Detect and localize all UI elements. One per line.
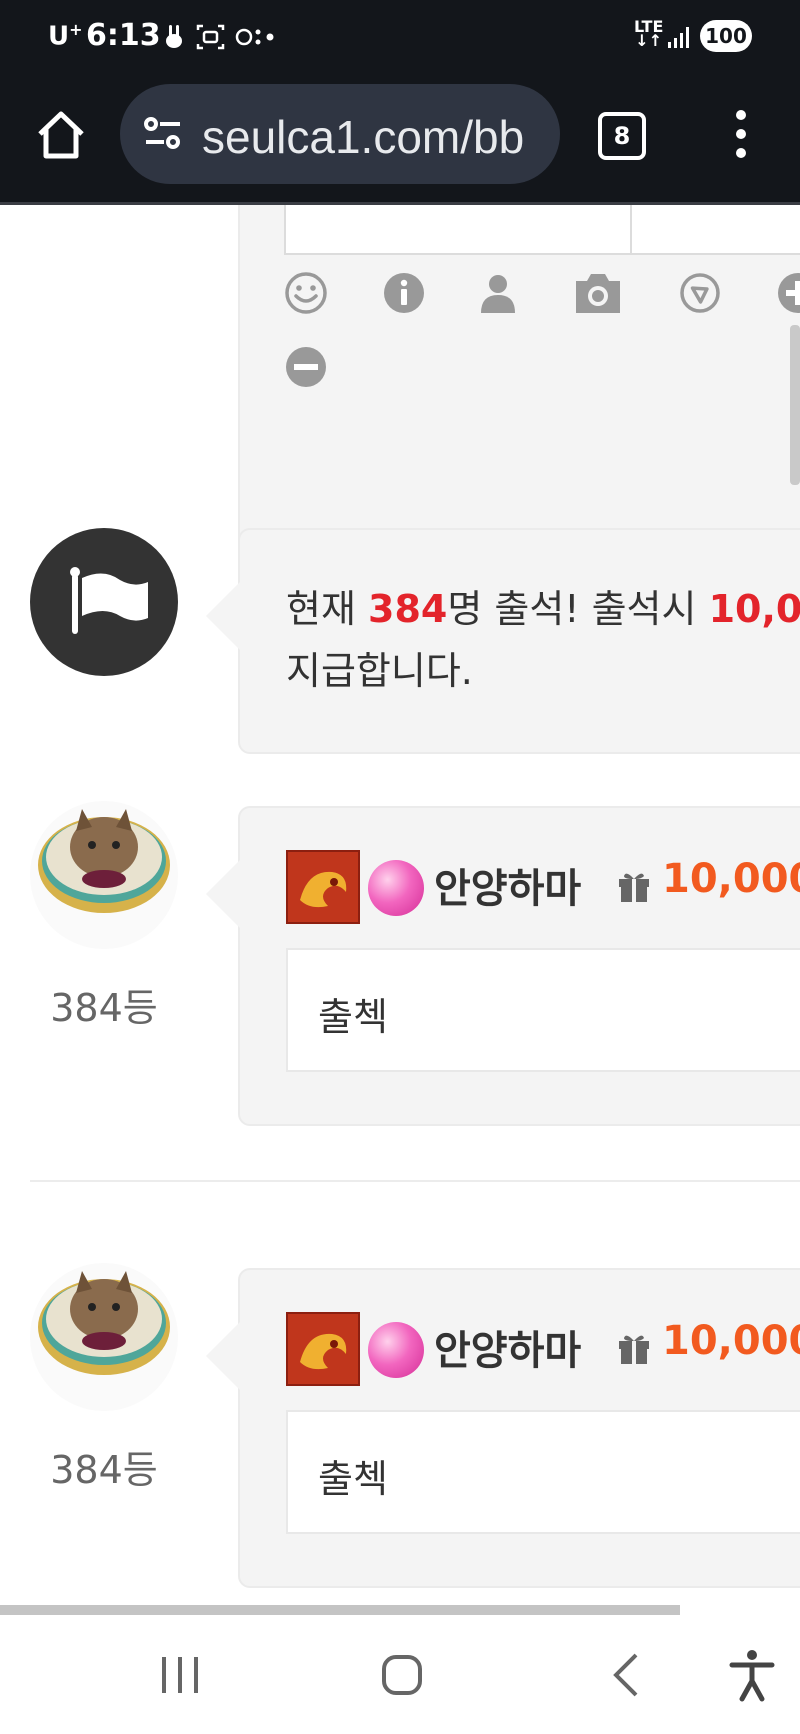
cat-avatar-image — [38, 1271, 170, 1375]
accessibility-icon[interactable] — [722, 1645, 782, 1705]
gift-icon — [619, 1335, 649, 1364]
url-text: seulca1.com/bb — [202, 111, 525, 163]
comment-textarea[interactable] — [284, 205, 800, 255]
add-icon[interactable] — [776, 271, 800, 315]
points-value: 10,000 — [662, 1318, 800, 1364]
home-nav-icon[interactable] — [372, 1645, 432, 1705]
level-badge-icon — [286, 1312, 360, 1386]
home-icon[interactable] — [34, 108, 88, 162]
flag-icon — [70, 567, 148, 634]
url-bar[interactable]: seulca1.com/bb — [120, 84, 560, 184]
comment-card: 안양하마 10,000 출첵 — [206, 806, 800, 1126]
author-name[interactable]: 안양하마 — [434, 856, 581, 914]
comment-text: 출첵 — [318, 995, 388, 1039]
back-icon[interactable] — [598, 1645, 658, 1705]
author-name[interactable]: 안양하마 — [434, 1318, 581, 1376]
vertical-scrollbar[interactable] — [790, 325, 800, 485]
more-menu-icon[interactable] — [726, 110, 756, 170]
info-icon[interactable] — [382, 271, 426, 315]
browser-toolbar: seulca1.com/bb 8 — [0, 76, 800, 205]
cat-avatar-image — [38, 809, 170, 913]
tab-switcher-button[interactable]: 8 — [598, 112, 646, 160]
carrier-label: U+ — [48, 20, 83, 52]
attendance-reward: 10,00 — [708, 587, 800, 631]
comment-body: 출첵 — [286, 1410, 800, 1534]
bubble-arrow — [206, 582, 240, 650]
horizontal-scrollbar[interactable] — [0, 1605, 680, 1615]
candy-icon — [368, 1322, 424, 1378]
attendance-count: 384 — [368, 587, 448, 631]
status-bar: U+ 6:13 LTE ↓↑ 100 — [0, 0, 800, 76]
notification-icons-svg — [166, 24, 274, 50]
comment-text: 출첵 — [318, 1457, 388, 1501]
network-type: LTE ↓↑ — [634, 17, 664, 50]
emoticon-icon[interactable] — [284, 271, 328, 315]
rank-label: 384등 — [50, 986, 158, 1030]
battery-indicator: 100 — [700, 20, 752, 52]
candy-icon — [368, 860, 424, 916]
video-icon[interactable] — [678, 271, 722, 315]
navigation-bar — [0, 1617, 800, 1734]
camera-icon[interactable] — [572, 269, 624, 317]
user-icon[interactable] — [476, 271, 520, 315]
user-avatar[interactable] — [30, 1263, 178, 1411]
textarea-divider — [630, 205, 632, 253]
gift-icon — [619, 873, 649, 902]
page-content: 현재 384명 출석! 출석시 10,00 지급합니다. 384등 — [0, 205, 800, 1605]
comment-divider — [30, 1180, 800, 1182]
bubble-arrow — [206, 1322, 240, 1390]
rank-label: 384등 — [50, 1448, 158, 1492]
flag-avatar — [30, 528, 178, 676]
site-settings-icon[interactable] — [142, 116, 184, 150]
comment-card: 안양하마 10,000 출첵 — [206, 1268, 800, 1588]
user-avatar[interactable] — [30, 801, 178, 949]
level-badge-icon — [286, 850, 360, 924]
remove-icon[interactable] — [284, 345, 328, 389]
attendance-notice-text: 현재 384명 출석! 출석시 10,00 지급합니다. — [286, 578, 800, 702]
bubble-arrow — [206, 860, 240, 928]
signal-icon — [668, 27, 689, 48]
comment-body: 출첵 — [286, 948, 800, 1072]
points-value: 10,000 — [662, 856, 800, 902]
attendance-notice: 현재 384명 출석! 출석시 10,00 지급합니다. — [206, 528, 800, 754]
status-time: 6:13 — [86, 18, 161, 53]
recent-apps-icon[interactable] — [150, 1645, 210, 1705]
notification-icons — [164, 22, 274, 58]
